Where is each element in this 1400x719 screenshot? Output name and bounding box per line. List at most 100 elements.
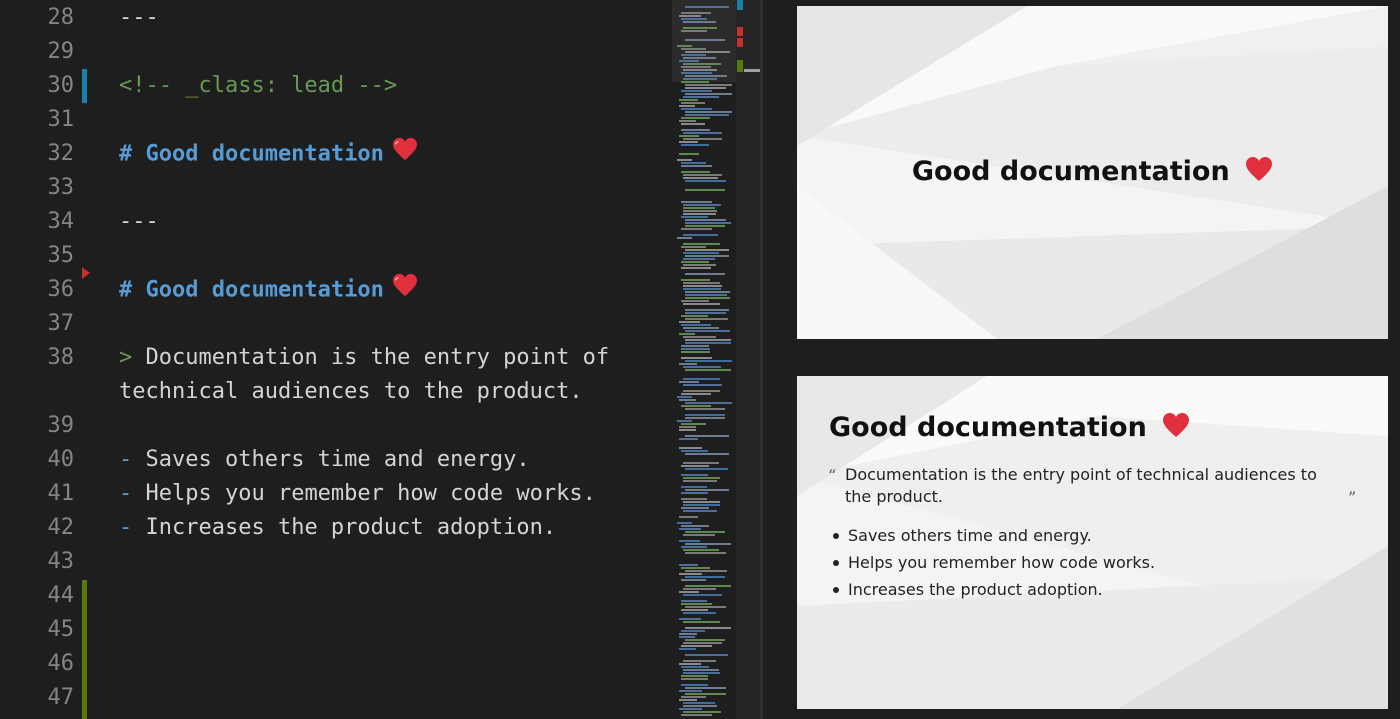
minimap-line — [683, 390, 720, 392]
minimap-line — [681, 645, 712, 647]
minimap-line — [681, 603, 712, 605]
minimap-line — [685, 339, 731, 341]
minimap-line — [679, 591, 699, 593]
minimap-line — [681, 357, 712, 359]
minimap-line — [683, 480, 717, 482]
scrollbar-thumb[interactable] — [744, 69, 760, 72]
minimap-line — [685, 654, 728, 656]
code-editor[interactable]: 28 29 30 31 32 33 34 35 36 37 38 39 40 41 42 43 44 45 46 47… — [0, 0, 672, 719]
minimap-line — [681, 123, 705, 125]
minimap-line — [681, 201, 712, 203]
minimap-line — [683, 510, 717, 512]
minimap-line — [683, 288, 721, 290]
code-line[interactable]: > Documentation is the entry point of — [119, 341, 609, 375]
line-number: 41 — [47, 481, 75, 506]
minimap-line — [683, 378, 720, 380]
line-number: 30 — [47, 73, 75, 98]
minimap-line — [679, 429, 696, 431]
minimap-line — [685, 111, 732, 113]
code-line[interactable]: - Helps you remember how code works. — [119, 477, 596, 511]
minimap-line — [685, 369, 731, 371]
minimap-line — [679, 516, 698, 518]
code-line[interactable]: <!-- _class: lead --> — [119, 69, 397, 103]
minimap-line — [681, 525, 709, 527]
minimap-line — [683, 96, 719, 98]
minimap-line — [679, 573, 702, 575]
minimap-line — [683, 336, 716, 338]
minimap-line — [683, 501, 720, 503]
overview-ruler[interactable] — [736, 0, 760, 719]
slide-2[interactable]: Good documentation “ Documentation is th… — [797, 376, 1388, 709]
minimap-line — [679, 399, 696, 401]
minimap-line — [683, 177, 718, 179]
minimap-line — [685, 453, 729, 455]
slide-1[interactable]: Good documentation — [797, 6, 1388, 339]
added-lines-indicator — [82, 580, 87, 719]
slide-2-blockquote: Documentation is the entry point of tech… — [845, 465, 1317, 506]
minimap-line — [681, 567, 710, 569]
minimap-line — [679, 135, 699, 137]
minimap-line — [681, 600, 707, 602]
minimap-line — [681, 117, 710, 119]
minimap-line — [683, 462, 719, 464]
minimap-line — [685, 189, 725, 191]
minimap-line — [679, 699, 697, 701]
minimap-line — [685, 687, 726, 689]
minimap-line — [681, 393, 711, 395]
minimap-viewport-slider[interactable] — [672, 0, 736, 82]
line-number: 28 — [47, 5, 75, 30]
minimap-line — [679, 708, 702, 710]
slide-2-title: Good documentation — [829, 412, 1190, 445]
line-number: 36 — [47, 277, 75, 302]
line-number: 42 — [47, 515, 75, 540]
minimap-line — [685, 408, 725, 410]
minimap-line — [681, 267, 711, 269]
code-line[interactable]: # Good documentation — [119, 137, 418, 171]
minimap-line — [681, 486, 707, 488]
minimap-line — [683, 588, 716, 590]
code-line[interactable]: - Increases the product adoption. — [119, 511, 556, 545]
minimap-line — [685, 576, 725, 578]
minimap-line — [681, 261, 709, 263]
minimap-line — [683, 204, 721, 206]
minimap-line — [685, 222, 731, 224]
minimap-line — [683, 174, 722, 176]
minimap-line — [683, 132, 722, 134]
minimap-line — [681, 129, 710, 131]
minimap-line — [681, 345, 709, 347]
minimap-line — [679, 564, 698, 566]
minimap-line — [681, 90, 712, 92]
minimap-line — [679, 141, 698, 143]
code-line[interactable]: technical audiences to the product. — [119, 375, 583, 409]
minimap-line — [685, 219, 726, 221]
minimap-line — [685, 312, 726, 314]
minimap-line — [681, 300, 709, 302]
minimap-line — [683, 213, 716, 215]
line-number: 29 — [47, 39, 75, 64]
minimap-line — [683, 612, 716, 614]
minimap-line — [681, 678, 708, 680]
minimap-line — [683, 594, 722, 596]
slide-1-title: Good documentation — [797, 156, 1388, 189]
code-line[interactable]: --- — [119, 205, 159, 239]
minimap-line — [679, 438, 698, 440]
list-item: Helps you remember how code works. — [833, 549, 1155, 576]
minimap[interactable] — [672, 0, 736, 719]
minimap-line — [685, 273, 725, 275]
minimap-line — [679, 690, 702, 692]
heart-emoji-icon — [392, 137, 418, 172]
minimap-line — [677, 237, 692, 239]
minimap-line — [679, 618, 701, 620]
minimap-line — [681, 474, 708, 476]
line-number: 33 — [47, 175, 75, 200]
minimap-line — [683, 384, 722, 386]
minimap-line — [683, 705, 717, 707]
code-line[interactable]: # Good documentation — [119, 273, 418, 307]
minimap-line — [679, 99, 698, 101]
minimap-line — [681, 450, 708, 452]
code-line[interactable]: --- — [119, 1, 159, 35]
bullet-icon — [833, 559, 839, 566]
minimap-line — [683, 327, 719, 329]
code-line[interactable]: - Saves others time and energy. — [119, 443, 530, 477]
minimap-line — [683, 672, 720, 674]
